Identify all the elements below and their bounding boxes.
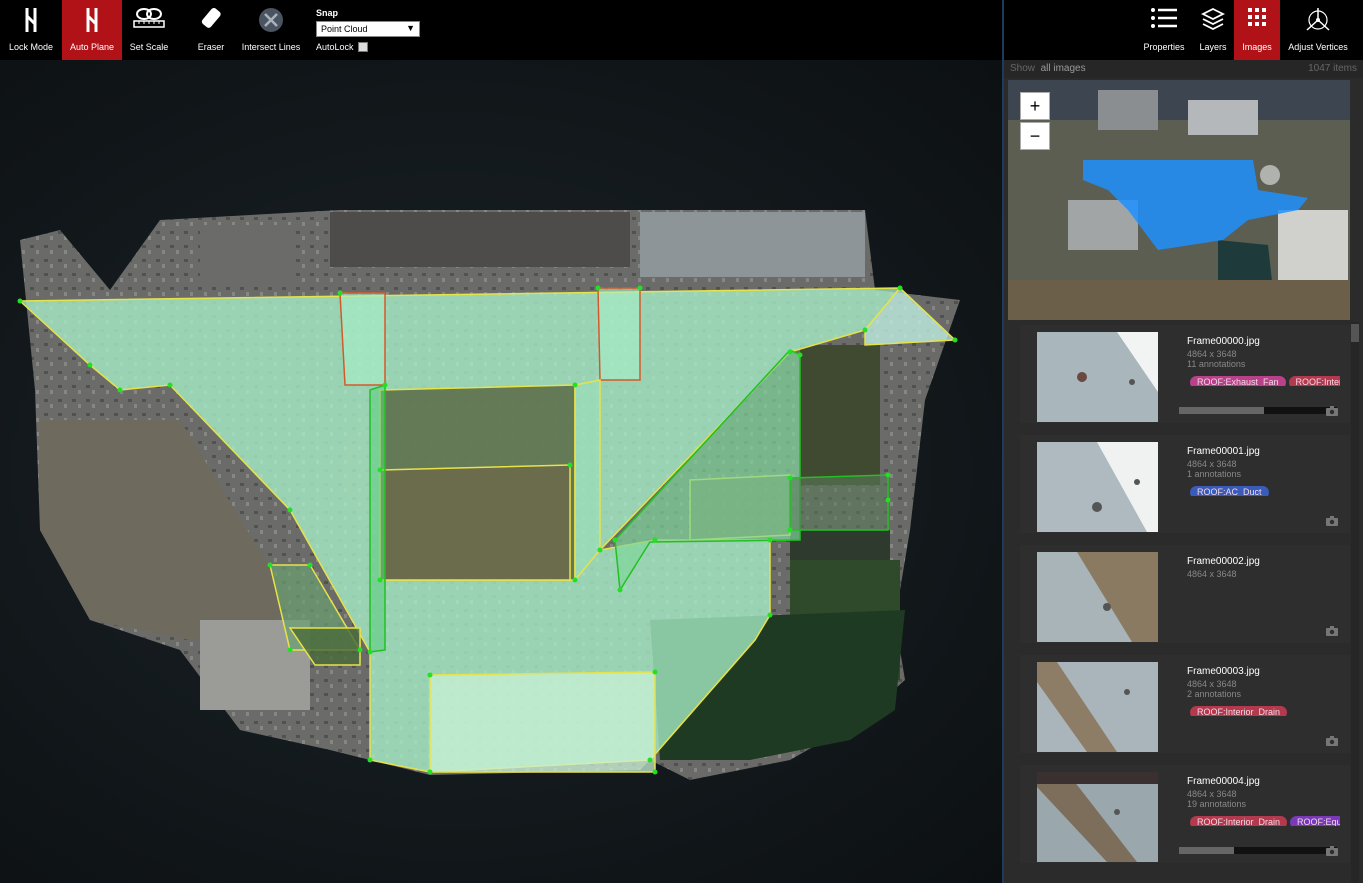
adjust-vertices-label: Adjust Vertices xyxy=(1288,42,1348,52)
annotation-tag[interactable]: ROOF:Interior_Drain xyxy=(1190,706,1288,716)
progress-fill xyxy=(1179,407,1265,414)
adjust-vertices-icon xyxy=(1303,6,1333,36)
image-thumbnail[interactable] xyxy=(1037,332,1158,422)
annotation-tag[interactable]: ROOF:Exhaust_Fan xyxy=(1190,376,1286,386)
eraser-icon xyxy=(198,6,224,34)
image-dimensions: 4864 x 3648 xyxy=(1187,789,1237,799)
point-cloud-viewport[interactable] xyxy=(0,60,1002,883)
set-scale-icon xyxy=(131,6,167,32)
image-thumbnail[interactable] xyxy=(1037,662,1158,752)
progress-bar xyxy=(1179,847,1337,854)
annotation-tags: ROOF:Interior_Drain xyxy=(1190,702,1340,716)
satellite-map xyxy=(1008,80,1350,320)
snap-value: Point Cloud xyxy=(321,24,368,34)
image-filename: Frame00000.jpg xyxy=(1187,336,1260,347)
image-list: Frame00000.jpg 4864 x 3648 11 annotation… xyxy=(1004,322,1363,883)
snap-control: Snap Point Cloud ▼ xyxy=(316,8,426,37)
adjust-vertices-button[interactable]: Adjust Vertices xyxy=(1284,0,1352,60)
show-label: Show xyxy=(1010,63,1036,74)
annotation-count: 1 annotations xyxy=(1187,469,1242,479)
auto-plane-button[interactable]: Auto Plane xyxy=(62,0,122,60)
list-icon xyxy=(1150,6,1178,32)
set-scale-button[interactable]: Set Scale xyxy=(124,0,174,60)
snap-select[interactable]: Point Cloud ▼ xyxy=(316,21,420,37)
autolock-label: AutoLock xyxy=(316,42,354,52)
annotation-tag[interactable]: ROOF:Equipment xyxy=(1290,816,1340,826)
image-item[interactable]: Frame00000.jpg 4864 x 3648 11 annotation… xyxy=(1020,325,1350,423)
camera-icon[interactable] xyxy=(1326,403,1338,421)
layers-button[interactable]: Layers xyxy=(1192,0,1234,60)
image-list-scrollbar[interactable] xyxy=(1351,322,1359,883)
annotation-count: 11 annotations xyxy=(1187,359,1246,369)
images-panel: Show all images 1047 items + − Frame0000… xyxy=(1004,60,1363,883)
image-item[interactable]: Frame00001.jpg 4864 x 3648 1 annotations… xyxy=(1020,435,1350,533)
filter-value: all images xyxy=(1040,63,1086,74)
item-count: 1047 items xyxy=(1308,63,1357,74)
annotation-count: 19 annotations xyxy=(1187,799,1247,809)
autolock-control: AutoLock xyxy=(316,42,368,52)
image-filter[interactable]: Show all images xyxy=(1010,63,1086,75)
layers-label: Layers xyxy=(1199,42,1227,52)
image-item[interactable]: Frame00002.jpg 4864 x 3648 xyxy=(1020,545,1350,643)
lock-mode-icon xyxy=(22,6,40,36)
camera-icon[interactable] xyxy=(1326,843,1338,861)
intersect-lines-button[interactable]: Intersect Lines xyxy=(240,0,302,60)
zoom-out-button[interactable]: − xyxy=(1020,122,1050,150)
properties-label: Properties xyxy=(1143,42,1185,52)
scrollbar-thumb[interactable] xyxy=(1351,324,1359,342)
image-dimensions: 4864 x 3648 xyxy=(1187,349,1237,359)
point-cloud-render xyxy=(17,210,960,780)
progress-fill xyxy=(1179,847,1235,854)
intersect-lines-icon xyxy=(257,6,285,36)
set-scale-label: Set Scale xyxy=(129,42,169,52)
lock-mode-button[interactable]: Lock Mode xyxy=(2,0,60,60)
image-thumbnail[interactable] xyxy=(1037,442,1158,532)
lock-mode-label: Lock Mode xyxy=(8,42,54,52)
annotation-count: 2 annotations xyxy=(1187,689,1242,699)
image-filename: Frame00002.jpg xyxy=(1187,556,1260,567)
chevron-down-icon: ▼ xyxy=(406,23,415,33)
annotation-tags: ROOF:Exhaust_FanROOF:Interior_Drain xyxy=(1190,372,1340,386)
image-dimensions: 4864 x 3648 xyxy=(1187,459,1237,469)
image-thumbnail[interactable] xyxy=(1037,772,1158,862)
annotation-tags: ROOF:Interior_DrainROOF:Equipment xyxy=(1190,812,1340,826)
image-item[interactable]: Frame00004.jpg 4864 x 3648 19 annotation… xyxy=(1020,765,1350,863)
eraser-label: Eraser xyxy=(197,42,225,52)
image-filename: Frame00003.jpg xyxy=(1187,666,1260,677)
layers-icon xyxy=(1200,6,1226,34)
annotation-tag[interactable]: ROOF:AC_Duct xyxy=(1190,486,1269,496)
progress-bar xyxy=(1179,407,1337,414)
images-label: Images xyxy=(1242,42,1272,52)
images-button[interactable]: Images xyxy=(1234,0,1280,60)
autolock-checkbox[interactable] xyxy=(357,42,368,52)
top-toolbar: Lock Mode Auto Plane Set Scale Eraser In… xyxy=(0,0,1363,60)
eraser-button[interactable]: Eraser xyxy=(186,0,236,60)
image-dimensions: 4864 x 3648 xyxy=(1187,679,1237,689)
image-filename: Frame00001.jpg xyxy=(1187,446,1260,457)
annotation-tag[interactable]: ROOF:Interior_Drain xyxy=(1190,816,1288,826)
intersect-lines-label: Intersect Lines xyxy=(241,42,301,52)
annotation-tags: ROOF:AC_Duct xyxy=(1190,482,1340,496)
minimap[interactable]: + − xyxy=(1008,80,1350,320)
properties-button[interactable]: Properties xyxy=(1138,0,1190,60)
image-thumbnail[interactable] xyxy=(1037,552,1158,642)
auto-plane-label: Auto Plane xyxy=(69,42,115,52)
images-panel-header: Show all images 1047 items xyxy=(1004,60,1363,78)
snap-label: Snap xyxy=(316,8,339,18)
camera-icon[interactable] xyxy=(1326,513,1338,531)
image-filename: Frame00004.jpg xyxy=(1187,776,1260,787)
image-dimensions: 4864 x 3648 xyxy=(1187,569,1237,579)
zoom-in-button[interactable]: + xyxy=(1020,92,1050,120)
camera-icon[interactable] xyxy=(1326,623,1338,641)
grid-icon xyxy=(1246,6,1268,30)
camera-icon[interactable] xyxy=(1326,733,1338,751)
annotation-tag[interactable]: ROOF:Interior_Drain xyxy=(1288,376,1340,386)
image-item[interactable]: Frame00003.jpg 4864 x 3648 2 annotations… xyxy=(1020,655,1350,753)
auto-plane-icon xyxy=(83,6,101,36)
